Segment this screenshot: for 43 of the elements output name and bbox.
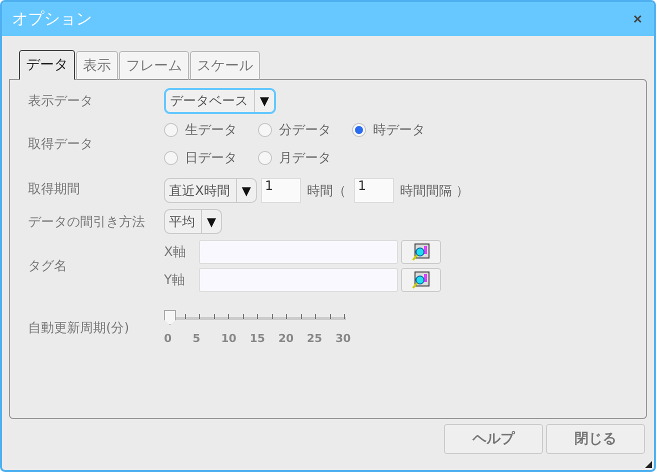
period-select[interactable]: 直近X時間 ▼	[164, 178, 257, 203]
unit-label: 時間間隔 ）	[400, 182, 470, 200]
tag-picker-button[interactable]	[401, 240, 441, 264]
tick-label: 10	[221, 332, 238, 345]
tick-label: 20	[278, 332, 295, 345]
tick-label: 30	[335, 332, 352, 345]
tab[interactable]: フレーム	[119, 51, 189, 80]
slider-thumb[interactable]	[164, 310, 176, 325]
radio-option[interactable]: 日データ	[164, 149, 258, 167]
field-label: 表示データ	[28, 93, 94, 110]
tab[interactable]: データ	[19, 50, 75, 80]
tick-label: 15	[250, 332, 266, 345]
close-button[interactable]: ×	[633, 10, 642, 28]
tick-label: 5	[192, 332, 202, 345]
magnifier-icon	[412, 243, 430, 261]
tab[interactable]: 表示	[76, 51, 118, 80]
tag-field[interactable]	[199, 268, 398, 292]
window-title: オプション	[12, 8, 92, 30]
field-label: データの間引き方法	[28, 214, 146, 230]
tick-label: 25	[306, 332, 324, 345]
dialog-button[interactable]: 閉じる	[546, 424, 645, 454]
tag-field[interactable]	[199, 240, 398, 264]
resize-grip-icon[interactable]	[645, 461, 652, 468]
hours-field[interactable]: 1	[260, 178, 301, 203]
display-data-select[interactable]: データベース ▼	[164, 88, 276, 114]
radio-option[interactable]: 生データ	[164, 121, 258, 139]
magnifier-icon	[412, 271, 430, 289]
tab[interactable]: スケール	[190, 51, 260, 80]
axis-label: Y軸	[164, 272, 186, 289]
thinning-select[interactable]: 平均 ▼	[164, 209, 222, 234]
radio-option[interactable]: 月データ	[258, 149, 352, 167]
interval-field[interactable]: 1	[354, 178, 394, 203]
field-label: 自動更新周期(分)	[28, 320, 130, 336]
field-label: 取得データ	[28, 136, 94, 153]
radio-option[interactable]: 時データ	[352, 121, 446, 139]
field-label: 取得期間	[28, 180, 81, 198]
axis-label: X軸	[164, 244, 187, 261]
radio-option[interactable]: 分データ	[258, 121, 352, 139]
dialog-button[interactable]: ヘルプ	[444, 424, 543, 454]
unit-label: 時間（	[306, 182, 346, 200]
tag-picker-button[interactable]	[401, 268, 441, 292]
tick-label: 0	[164, 332, 173, 345]
field-label: タグ名	[28, 258, 68, 275]
